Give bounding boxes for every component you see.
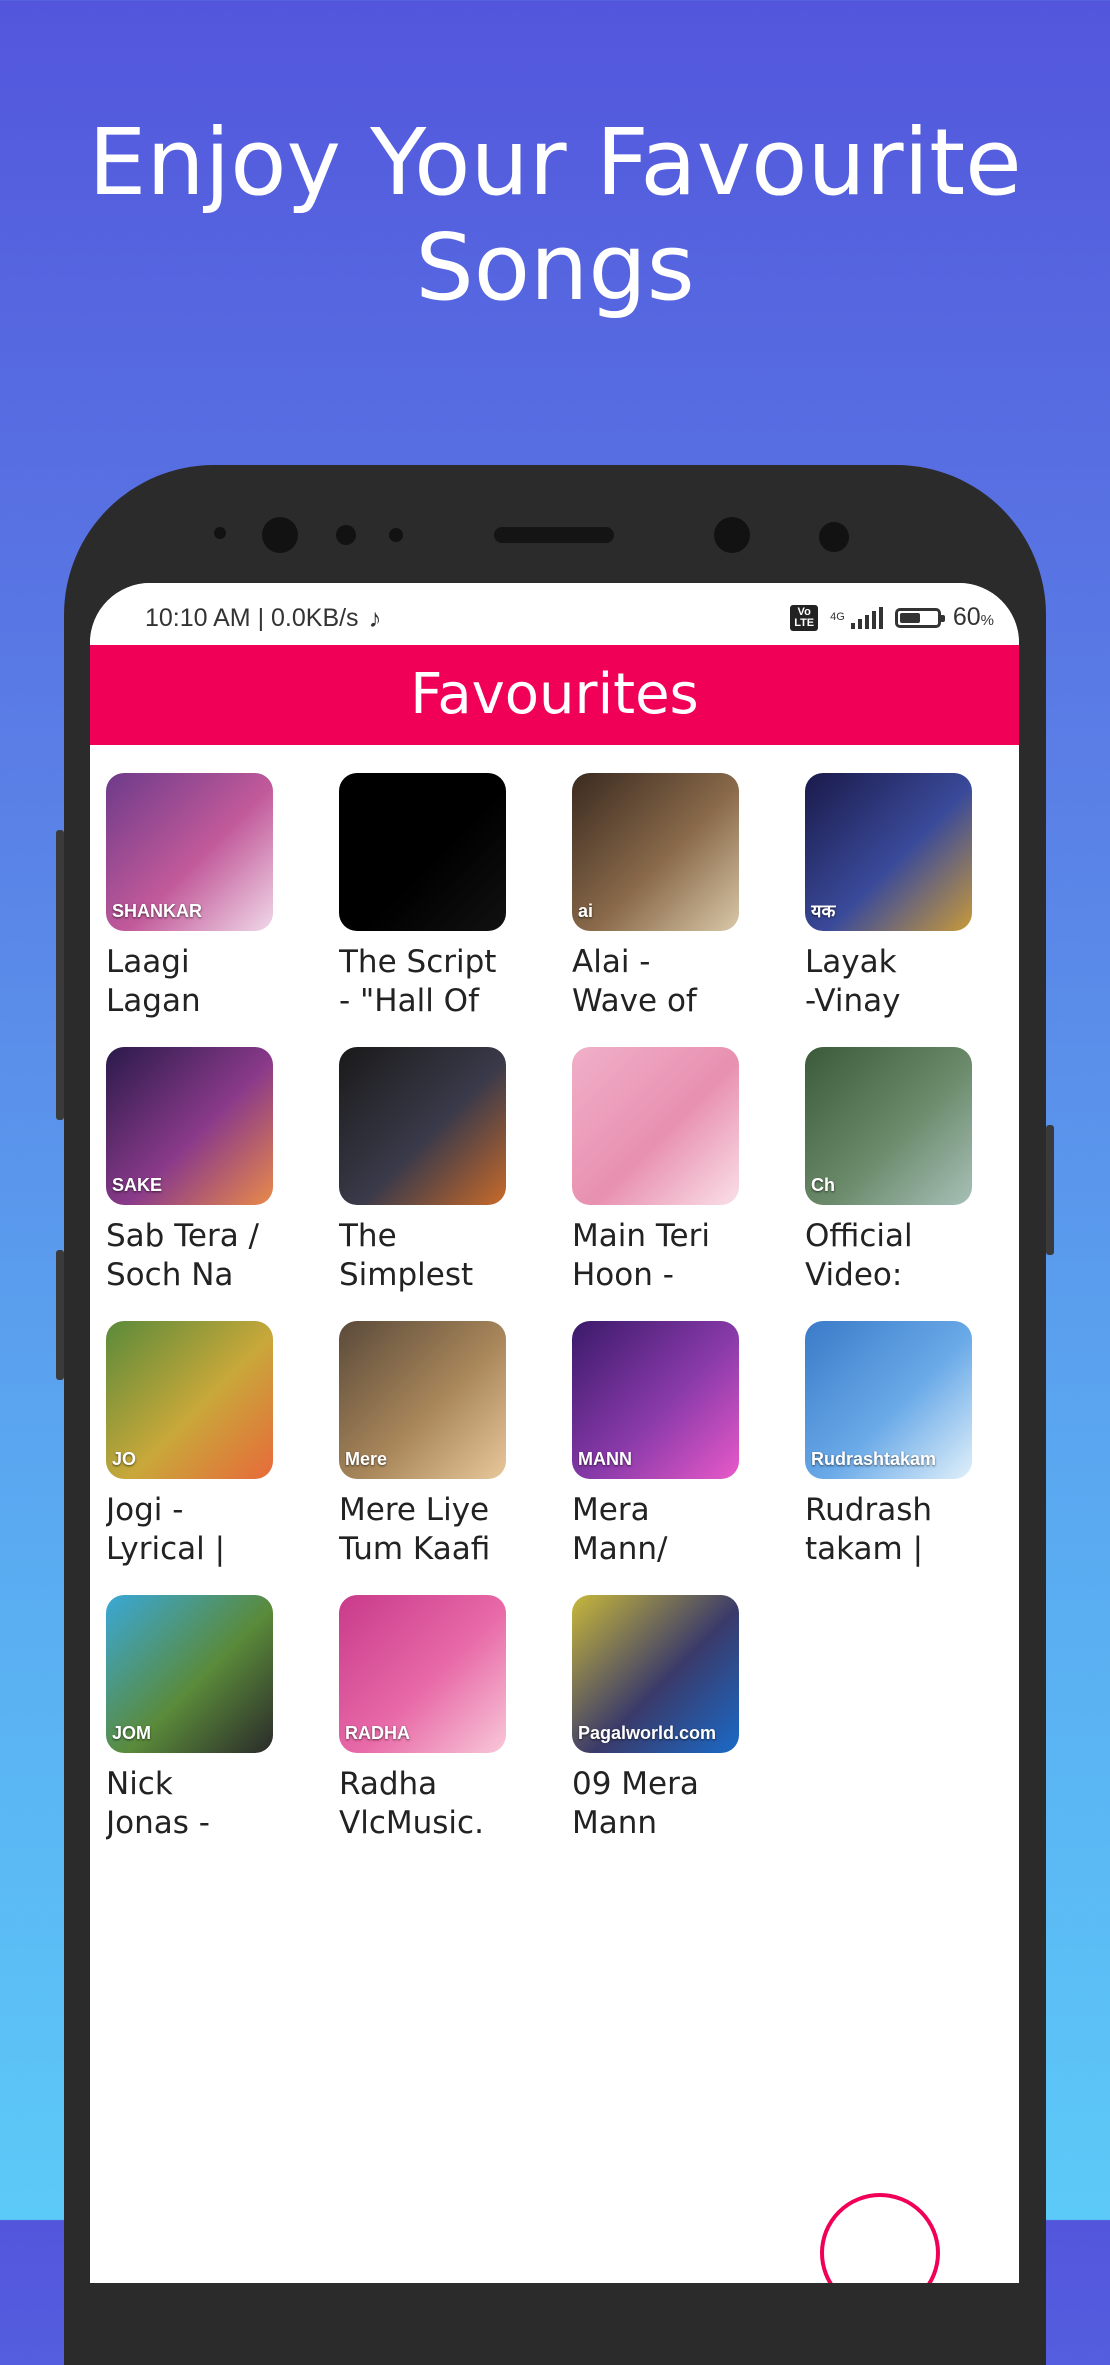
thumbnail-caption: JO [112,1449,137,1469]
thumbnail-caption: Pagalworld.com [578,1723,717,1743]
song-title: Main Teri Hoon - [572,1218,710,1293]
status-time-speed: 10:10 AM | 0.0KB/s [145,604,359,632]
front-camera [262,517,298,553]
battery-icon [894,607,945,628]
song-title: Laagi Lagan [106,944,201,1019]
thumbnail-caption: Rudrashtakam [811,1449,937,1469]
sensor-dot [819,522,849,552]
song-title: The Script - "Hall Of [339,944,497,1019]
thumbnail-caption: यक [811,901,836,921]
song-title: Mera Mann/ [572,1492,668,1567]
song-tile[interactable]: MANN Mera Mann/ [572,1321,805,1567]
song-tile[interactable]: Main Teri Hoon - [572,1047,805,1293]
song-title: Rudrash takam | [805,1492,933,1567]
song-thumbnail: JO [106,1321,273,1479]
thumbnail-caption: ai [578,901,594,921]
song-title: Official Video: [805,1218,913,1293]
song-thumbnail: Ch [805,1047,972,1205]
floating-action-button[interactable] [820,2193,940,2283]
song-title: Radha VlcMusic. [339,1766,484,1841]
song-tile[interactable]: RADHA Radha VlcMusic. [339,1595,572,1841]
song-title: Sab Tera / Soch Na [106,1218,259,1293]
thumbnail-caption: SHANKAR [112,901,202,921]
song-title: Layak -Vinay [805,944,901,1019]
song-thumbnail: RADHA [339,1595,506,1753]
front-camera-2 [714,517,750,553]
song-tile[interactable]: The Script - "Hall Of [339,773,572,1019]
song-tile[interactable]: Ch Official Video: [805,1047,1019,1293]
signal-icon [850,606,883,629]
promo-line-1: Enjoy Your Favourite [88,109,1022,216]
song-tile[interactable]: JO Jogi - Lyrical | [106,1321,339,1567]
song-tile[interactable]: SHANKAR Laagi Lagan [106,773,339,1019]
phone-screen: 10:10 AM | 0.0KB/s ♪ Vo LTE 4G 60% Favour… [90,583,1019,2283]
song-title: Alai - Wave of [572,944,697,1019]
song-tile[interactable]: यक Layak -Vinay [805,773,1019,1019]
sensor-dot [214,527,226,539]
side-button [56,1250,64,1380]
song-thumbnail: Mere [339,1321,506,1479]
side-button [1046,1125,1054,1255]
side-button [56,830,64,1120]
song-title: 09 Mera Mann [572,1766,699,1841]
song-thumbnail: JOM [106,1595,273,1753]
song-thumbnail: SHANKAR [106,773,273,931]
song-tile[interactable]: SAKE Sab Tera / Soch Na [106,1047,339,1293]
network-type: 4G [830,611,845,623]
battery-percent: 60% [952,603,994,631]
song-thumbnail: MANN [572,1321,739,1479]
promo-headline: Enjoy Your Favourite Songs [0,110,1110,320]
thumbnail-caption: Ch [811,1175,835,1195]
earpiece-speaker [494,527,614,543]
status-bar: 10:10 AM | 0.0KB/s ♪ Vo LTE 4G 60% [90,583,1019,645]
song-title: The Simplest [339,1218,474,1293]
song-thumbnail: Rudrashtakam [805,1321,972,1479]
sensor-dot [336,525,356,545]
song-tile[interactable]: Pagalworld.com 09 Mera Mann [572,1595,805,1841]
thumbnail-caption: Mere [345,1449,388,1469]
phone-bezel [64,465,1046,585]
song-thumbnail [339,773,506,931]
thumbnail-caption: MANN [578,1449,632,1469]
song-tile[interactable]: Mere Mere Liye Tum Kaafi [339,1321,572,1567]
song-thumbnail [572,1047,739,1205]
song-title: Nick Jonas - [106,1766,210,1841]
song-thumbnail [339,1047,506,1205]
song-title: Jogi - Lyrical | [106,1492,226,1567]
song-tile[interactable]: The Simplest [339,1047,572,1293]
thumbnail-caption: JOM [112,1723,152,1743]
song-tile[interactable]: Rudrashtakam Rudrash takam | [805,1321,1019,1567]
song-tile[interactable]: ai Alai - Wave of [572,773,805,1019]
app-bar-title: Favourites [410,662,699,727]
promo-line-2: Songs [415,214,695,321]
thumbnail-caption: RADHA [345,1723,410,1743]
music-note-icon: ♪ [368,603,382,633]
song-thumbnail: यक [805,773,972,931]
song-thumbnail: SAKE [106,1047,273,1205]
sensor-dot [389,528,403,542]
volte-icon: Vo LTE [790,604,819,631]
song-thumbnail: ai [572,773,739,931]
song-title: Mere Liye Tum Kaafi [339,1492,491,1567]
song-thumbnail: Pagalworld.com [572,1595,739,1753]
thumbnail-caption: SAKE [112,1175,163,1195]
app-bar: Favourites [90,645,1019,745]
song-tile[interactable]: JOM Nick Jonas - [106,1595,339,1841]
favourites-grid: SHANKAR Laagi Lagan The Script - "Hall O… [106,773,1006,1841]
